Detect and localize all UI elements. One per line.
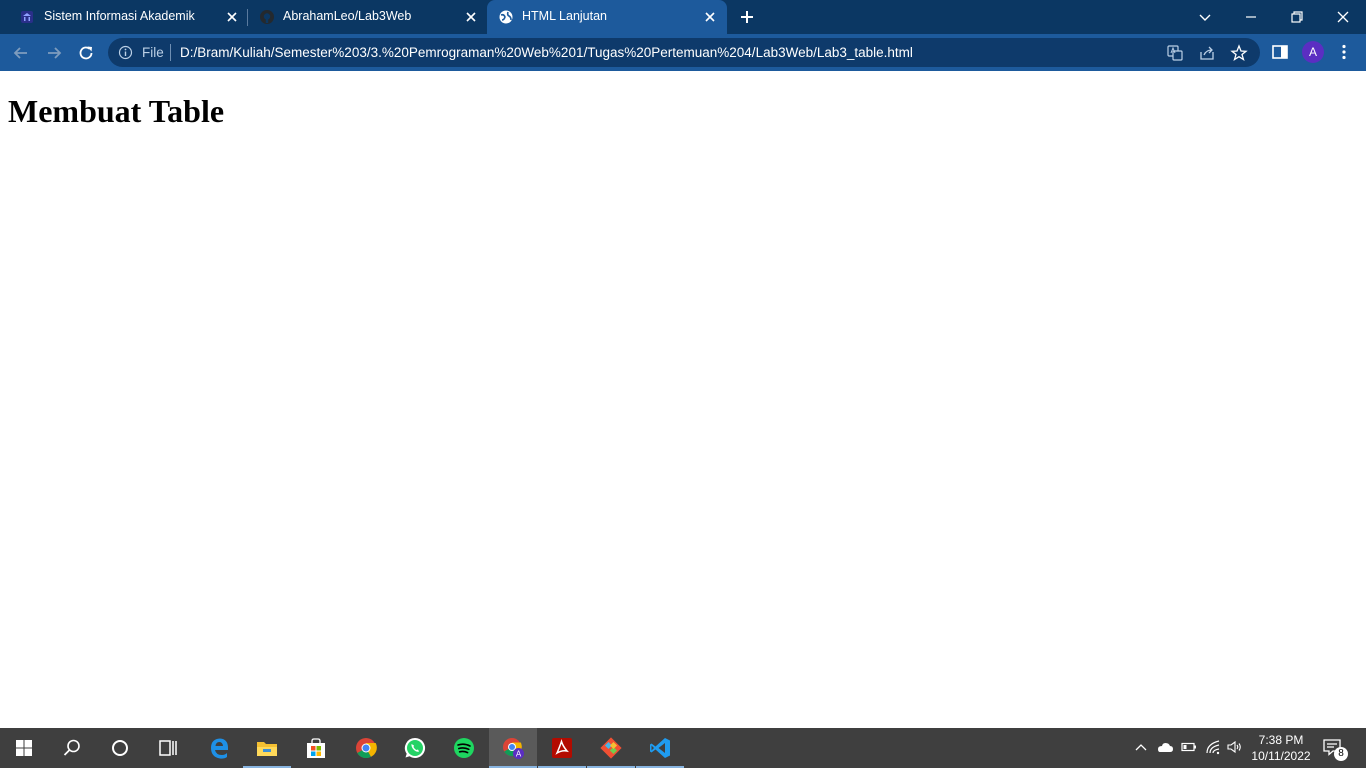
taskbar-chrome-profile[interactable]: A bbox=[489, 728, 537, 768]
taskbar-edge[interactable] bbox=[195, 728, 243, 768]
more-menu-icon[interactable] bbox=[1334, 42, 1354, 62]
close-icon[interactable] bbox=[702, 9, 718, 25]
github-icon bbox=[260, 10, 274, 24]
system-clock[interactable]: 7:38 PM 10/11/2022 bbox=[1248, 732, 1314, 764]
search-button[interactable] bbox=[48, 728, 96, 768]
vscode-icon bbox=[650, 738, 670, 758]
edge-icon bbox=[211, 738, 228, 759]
show-hidden-icons-chevron-up-icon[interactable] bbox=[1132, 738, 1150, 756]
taskbar-acrobat[interactable] bbox=[538, 728, 586, 768]
side-panel-icon[interactable] bbox=[1270, 42, 1290, 62]
browser-tab-strip: Sistem Informasi Akademik AbrahamLeo/Lab… bbox=[0, 0, 1366, 34]
close-icon[interactable] bbox=[463, 9, 479, 25]
web-page-content: Membuat Table bbox=[0, 71, 1366, 728]
acrobat-icon bbox=[552, 738, 572, 758]
reload-icon[interactable] bbox=[75, 42, 97, 64]
omnibox-divider bbox=[170, 44, 171, 61]
address-bar[interactable]: File D:/Bram/Kuliah/Semester%203/3.%20Pe… bbox=[108, 38, 1260, 67]
clock-date: 10/11/2022 bbox=[1251, 749, 1311, 763]
taskbar-git[interactable] bbox=[587, 728, 635, 768]
whatsapp-icon bbox=[404, 737, 426, 758]
translate-icon[interactable] bbox=[1166, 44, 1184, 62]
taskbar-whatsapp[interactable] bbox=[391, 728, 439, 768]
tab-title: Sistem Informasi Akademik bbox=[44, 9, 195, 23]
volume-speaker-icon[interactable] bbox=[1226, 738, 1244, 756]
forward-arrow-icon[interactable] bbox=[43, 42, 65, 64]
tab-github-lab3web[interactable]: AbrahamLeo/Lab3Web bbox=[247, 0, 487, 34]
bookmark-star-icon[interactable] bbox=[1230, 44, 1248, 62]
page-heading: Membuat Table bbox=[8, 93, 225, 129]
notification-count-badge: 8 bbox=[1334, 747, 1348, 761]
store-bag-icon bbox=[307, 738, 325, 758]
info-icon[interactable] bbox=[118, 45, 133, 60]
taskbar-chrome[interactable] bbox=[342, 728, 390, 768]
profile-avatar[interactable]: A bbox=[1302, 41, 1324, 63]
chrome-profile-icon: A bbox=[503, 738, 524, 759]
start-button[interactable] bbox=[0, 728, 48, 768]
clock-time: 7:38 PM bbox=[1258, 733, 1304, 747]
url-scheme-label: File bbox=[142, 45, 164, 60]
chrome-icon bbox=[356, 738, 377, 759]
git-icon bbox=[600, 737, 622, 759]
url-text[interactable]: D:/Bram/Kuliah/Semester%203/3.%20Pemrogr… bbox=[180, 45, 913, 60]
back-arrow-icon[interactable] bbox=[10, 42, 32, 64]
restore-icon[interactable] bbox=[1286, 6, 1308, 28]
folder-icon bbox=[257, 742, 277, 756]
browser-toolbar: File D:/Bram/Kuliah/Semester%203/3.%20Pe… bbox=[0, 34, 1366, 71]
cortana-circle-icon bbox=[112, 740, 128, 756]
close-icon[interactable] bbox=[224, 9, 240, 25]
tab-title: HTML Lanjutan bbox=[522, 9, 607, 23]
spotify-icon bbox=[454, 738, 474, 758]
university-icon bbox=[21, 11, 33, 23]
svg-text:A: A bbox=[516, 749, 522, 758]
windows-taskbar: A 7:38 PM 10/11/2022 8 bbox=[0, 728, 1366, 768]
onedrive-cloud-icon[interactable] bbox=[1156, 738, 1174, 756]
tab-sistem-informasi-akademik[interactable]: Sistem Informasi Akademik bbox=[0, 0, 247, 34]
search-icon bbox=[63, 739, 80, 756]
taskbar-vscode[interactable] bbox=[636, 728, 684, 768]
wifi-icon[interactable] bbox=[1204, 738, 1222, 756]
close-window-icon[interactable] bbox=[1332, 6, 1354, 28]
cortana-button[interactable] bbox=[96, 728, 144, 768]
minimize-icon[interactable] bbox=[1240, 6, 1262, 28]
task-view-button[interactable] bbox=[144, 728, 192, 768]
share-icon[interactable] bbox=[1198, 44, 1216, 62]
action-center-button[interactable]: 8 bbox=[1322, 737, 1348, 761]
task-view-icon bbox=[159, 740, 177, 756]
taskbar-file-explorer[interactable] bbox=[243, 728, 291, 768]
battery-icon[interactable] bbox=[1180, 738, 1198, 756]
new-tab-plus-icon[interactable] bbox=[738, 8, 756, 26]
tab-title: AbrahamLeo/Lab3Web bbox=[283, 9, 412, 23]
windows-logo-icon bbox=[16, 740, 32, 756]
screen: Sistem Informasi Akademik AbrahamLeo/Lab… bbox=[0, 0, 1366, 768]
tab-html-lanjutan[interactable]: HTML Lanjutan bbox=[487, 0, 727, 34]
taskbar-microsoft-store[interactable] bbox=[292, 728, 340, 768]
taskbar-spotify[interactable] bbox=[440, 728, 488, 768]
globe-icon bbox=[499, 10, 513, 24]
tab-search-chevron-down-icon[interactable] bbox=[1194, 6, 1216, 28]
